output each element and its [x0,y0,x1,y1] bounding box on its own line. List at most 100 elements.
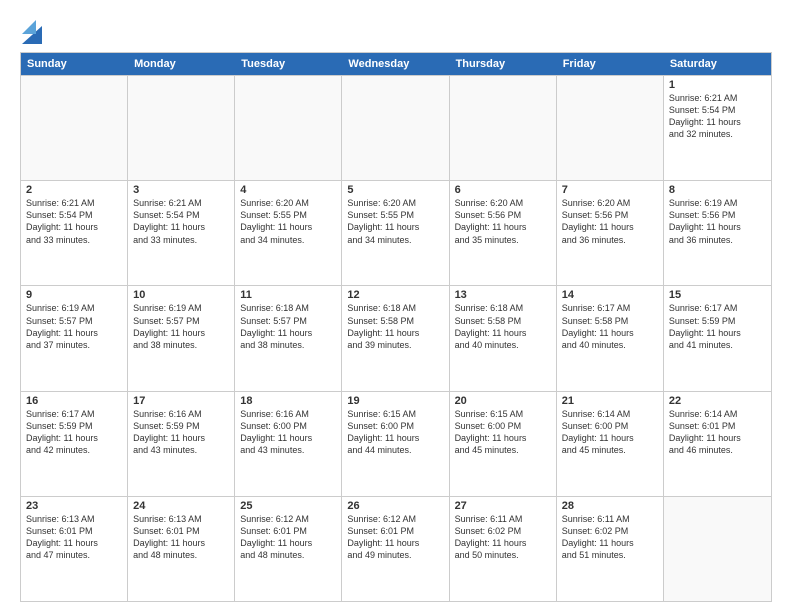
day-cell-6: 6Sunrise: 6:20 AM Sunset: 5:56 PM Daylig… [450,181,557,285]
day-cell-24: 24Sunrise: 6:13 AM Sunset: 6:01 PM Dayli… [128,497,235,601]
day-info: Sunrise: 6:21 AM Sunset: 5:54 PM Dayligh… [133,197,229,246]
day-number: 15 [669,289,766,301]
day-number: 21 [562,395,658,407]
weekday-header-wednesday: Wednesday [342,53,449,75]
day-number: 23 [26,500,122,512]
day-info: Sunrise: 6:18 AM Sunset: 5:58 PM Dayligh… [347,302,443,351]
day-cell-3: 3Sunrise: 6:21 AM Sunset: 5:54 PM Daylig… [128,181,235,285]
day-info: Sunrise: 6:14 AM Sunset: 6:01 PM Dayligh… [669,408,766,457]
day-number: 27 [455,500,551,512]
day-cell-26: 26Sunrise: 6:12 AM Sunset: 6:01 PM Dayli… [342,497,449,601]
weekday-header-sunday: Sunday [21,53,128,75]
day-number: 13 [455,289,551,301]
day-info: Sunrise: 6:16 AM Sunset: 6:00 PM Dayligh… [240,408,336,457]
calendar-row-4: 16Sunrise: 6:17 AM Sunset: 5:59 PM Dayli… [21,391,771,496]
day-number: 2 [26,184,122,196]
day-number: 1 [669,79,766,91]
day-number: 7 [562,184,658,196]
day-cell-8: 8Sunrise: 6:19 AM Sunset: 5:56 PM Daylig… [664,181,771,285]
logo-icon [22,16,42,44]
day-info: Sunrise: 6:12 AM Sunset: 6:01 PM Dayligh… [240,513,336,562]
day-cell-16: 16Sunrise: 6:17 AM Sunset: 5:59 PM Dayli… [21,392,128,496]
calendar-row-5: 23Sunrise: 6:13 AM Sunset: 6:01 PM Dayli… [21,496,771,601]
weekday-header-thursday: Thursday [450,53,557,75]
day-number: 17 [133,395,229,407]
day-cell-11: 11Sunrise: 6:18 AM Sunset: 5:57 PM Dayli… [235,286,342,390]
calendar-header: SundayMondayTuesdayWednesdayThursdayFrid… [21,53,771,75]
day-cell-28: 28Sunrise: 6:11 AM Sunset: 6:02 PM Dayli… [557,497,664,601]
day-number: 6 [455,184,551,196]
day-info: Sunrise: 6:14 AM Sunset: 6:00 PM Dayligh… [562,408,658,457]
day-number: 12 [347,289,443,301]
day-info: Sunrise: 6:20 AM Sunset: 5:56 PM Dayligh… [562,197,658,246]
page-header [20,16,772,44]
day-info: Sunrise: 6:18 AM Sunset: 5:57 PM Dayligh… [240,302,336,351]
day-number: 26 [347,500,443,512]
day-number: 22 [669,395,766,407]
day-number: 25 [240,500,336,512]
day-info: Sunrise: 6:12 AM Sunset: 6:01 PM Dayligh… [347,513,443,562]
day-cell-4: 4Sunrise: 6:20 AM Sunset: 5:55 PM Daylig… [235,181,342,285]
day-cell-empty-0-4 [450,76,557,180]
day-number: 24 [133,500,229,512]
day-info: Sunrise: 6:13 AM Sunset: 6:01 PM Dayligh… [26,513,122,562]
day-info: Sunrise: 6:19 AM Sunset: 5:57 PM Dayligh… [26,302,122,351]
day-cell-empty-0-1 [128,76,235,180]
day-cell-17: 17Sunrise: 6:16 AM Sunset: 5:59 PM Dayli… [128,392,235,496]
day-number: 9 [26,289,122,301]
day-cell-21: 21Sunrise: 6:14 AM Sunset: 6:00 PM Dayli… [557,392,664,496]
day-info: Sunrise: 6:13 AM Sunset: 6:01 PM Dayligh… [133,513,229,562]
day-cell-empty-0-0 [21,76,128,180]
day-info: Sunrise: 6:17 AM Sunset: 5:59 PM Dayligh… [26,408,122,457]
day-number: 16 [26,395,122,407]
day-info: Sunrise: 6:16 AM Sunset: 5:59 PM Dayligh… [133,408,229,457]
calendar: SundayMondayTuesdayWednesdayThursdayFrid… [20,52,772,602]
day-info: Sunrise: 6:18 AM Sunset: 5:58 PM Dayligh… [455,302,551,351]
day-cell-12: 12Sunrise: 6:18 AM Sunset: 5:58 PM Dayli… [342,286,449,390]
day-cell-13: 13Sunrise: 6:18 AM Sunset: 5:58 PM Dayli… [450,286,557,390]
day-info: Sunrise: 6:17 AM Sunset: 5:59 PM Dayligh… [669,302,766,351]
day-number: 14 [562,289,658,301]
day-number: 28 [562,500,658,512]
day-info: Sunrise: 6:20 AM Sunset: 5:55 PM Dayligh… [240,197,336,246]
day-cell-empty-0-2 [235,76,342,180]
day-info: Sunrise: 6:20 AM Sunset: 5:55 PM Dayligh… [347,197,443,246]
day-info: Sunrise: 6:15 AM Sunset: 6:00 PM Dayligh… [455,408,551,457]
day-cell-1: 1Sunrise: 6:21 AM Sunset: 5:54 PM Daylig… [664,76,771,180]
day-number: 20 [455,395,551,407]
weekday-header-saturday: Saturday [664,53,771,75]
day-cell-empty-0-3 [342,76,449,180]
day-info: Sunrise: 6:21 AM Sunset: 5:54 PM Dayligh… [669,92,766,141]
day-cell-25: 25Sunrise: 6:12 AM Sunset: 6:01 PM Dayli… [235,497,342,601]
day-cell-19: 19Sunrise: 6:15 AM Sunset: 6:00 PM Dayli… [342,392,449,496]
day-cell-10: 10Sunrise: 6:19 AM Sunset: 5:57 PM Dayli… [128,286,235,390]
day-cell-20: 20Sunrise: 6:15 AM Sunset: 6:00 PM Dayli… [450,392,557,496]
day-number: 18 [240,395,336,407]
day-cell-7: 7Sunrise: 6:20 AM Sunset: 5:56 PM Daylig… [557,181,664,285]
calendar-row-1: 1Sunrise: 6:21 AM Sunset: 5:54 PM Daylig… [21,75,771,180]
day-info: Sunrise: 6:21 AM Sunset: 5:54 PM Dayligh… [26,197,122,246]
day-info: Sunrise: 6:19 AM Sunset: 5:57 PM Dayligh… [133,302,229,351]
day-cell-22: 22Sunrise: 6:14 AM Sunset: 6:01 PM Dayli… [664,392,771,496]
logo [20,16,42,44]
day-cell-empty-0-5 [557,76,664,180]
day-info: Sunrise: 6:17 AM Sunset: 5:58 PM Dayligh… [562,302,658,351]
day-number: 10 [133,289,229,301]
day-cell-9: 9Sunrise: 6:19 AM Sunset: 5:57 PM Daylig… [21,286,128,390]
day-info: Sunrise: 6:20 AM Sunset: 5:56 PM Dayligh… [455,197,551,246]
day-cell-empty-4-6 [664,497,771,601]
day-cell-27: 27Sunrise: 6:11 AM Sunset: 6:02 PM Dayli… [450,497,557,601]
day-number: 3 [133,184,229,196]
day-cell-2: 2Sunrise: 6:21 AM Sunset: 5:54 PM Daylig… [21,181,128,285]
day-info: Sunrise: 6:15 AM Sunset: 6:00 PM Dayligh… [347,408,443,457]
calendar-row-3: 9Sunrise: 6:19 AM Sunset: 5:57 PM Daylig… [21,285,771,390]
day-info: Sunrise: 6:11 AM Sunset: 6:02 PM Dayligh… [562,513,658,562]
day-cell-18: 18Sunrise: 6:16 AM Sunset: 6:00 PM Dayli… [235,392,342,496]
weekday-header-tuesday: Tuesday [235,53,342,75]
day-number: 4 [240,184,336,196]
day-cell-15: 15Sunrise: 6:17 AM Sunset: 5:59 PM Dayli… [664,286,771,390]
day-cell-5: 5Sunrise: 6:20 AM Sunset: 5:55 PM Daylig… [342,181,449,285]
day-cell-14: 14Sunrise: 6:17 AM Sunset: 5:58 PM Dayli… [557,286,664,390]
day-number: 11 [240,289,336,301]
day-number: 8 [669,184,766,196]
